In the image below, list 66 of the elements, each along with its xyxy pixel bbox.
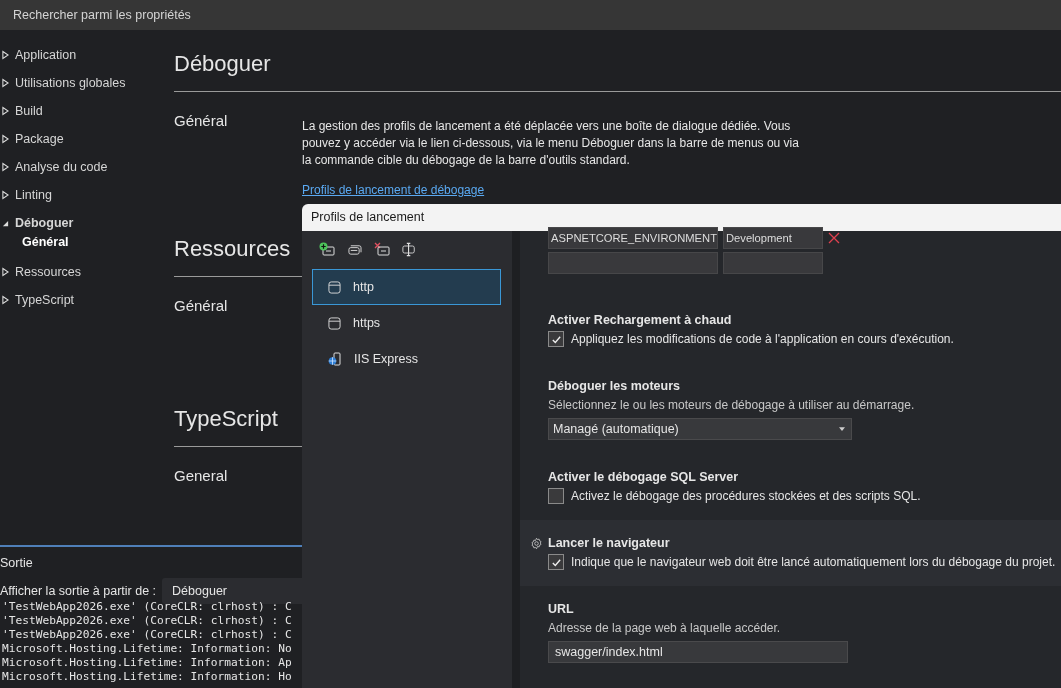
rename-icon[interactable] <box>402 241 416 257</box>
tree-item[interactable]: TypeScript <box>0 286 174 314</box>
section-title: Déboguer <box>174 30 1061 92</box>
delete-icon[interactable] <box>374 242 390 256</box>
tree-item[interactable]: Analyse du code <box>0 153 174 181</box>
globe-server-icon <box>328 352 342 366</box>
setting-title: URL <box>548 601 575 618</box>
panel-title: Sortie <box>0 555 34 572</box>
checkbox-label: Indique que le navigateur web doit être lancé automatiquement lors du débogage du projet. <box>571 555 1056 569</box>
window-icon <box>328 316 341 330</box>
tree-item[interactable]: Package <box>0 125 174 153</box>
search-field[interactable]: Rechercher parmi les propriétés <box>0 8 413 22</box>
checkbox-label: Activez le débogage des procédures stockées et des scripts SQL. <box>571 489 921 503</box>
checkbox[interactable] <box>548 331 564 347</box>
variable-name-field[interactable] <box>548 252 718 274</box>
variable-value-field[interactable] <box>723 252 823 274</box>
output-line: 'TestWebApp2026.exe' (CoreCLR: clrhost) : C <box>2 628 292 642</box>
output-line: Microsoft.Hosting.Lifetime: Information: Ho <box>2 670 292 684</box>
caret-icon <box>839 427 845 431</box>
dialog-title: Profils de lancement <box>302 204 1061 231</box>
caret-right-icon <box>2 106 9 116</box>
setting-description: Sélectionnez le ou les moteurs de débogage à utiliser au démarrage. <box>548 397 916 414</box>
close-icon[interactable] <box>828 232 840 244</box>
tree-item[interactable]: Utilisations globales <box>0 69 174 97</box>
setting-title: Activer le débogage SQL Server <box>548 469 740 486</box>
group-label: Général <box>174 297 229 316</box>
url-field[interactable]: swagger/index.html <box>548 641 848 663</box>
check-icon <box>550 333 562 345</box>
setting-description: Adresse de la page web à laquelle accéder. <box>548 620 782 637</box>
caret-right-icon <box>2 162 9 172</box>
add-icon[interactable] <box>319 242 335 256</box>
variable-name-field[interactable]: ASPNETCORE_ENVIRONMENT <box>548 227 718 249</box>
tree-item[interactable]: Application <box>0 41 174 69</box>
checkbox[interactable] <box>548 554 564 570</box>
profile-item[interactable]: IIS Express <box>312 341 501 377</box>
launch-profiles-link[interactable]: Profils de lancement de débogage <box>302 183 485 197</box>
tree-item[interactable]: Build <box>0 97 174 125</box>
caret-right-icon <box>2 267 9 277</box>
tree-item[interactable]: Linting <box>0 181 174 209</box>
description-text: La gestion des profils de lancement a été déplacée vers une boîte de dialogue dédiée. Vous pouvez y accéder via le lien ci-dessous, via le menu Déboguer dans la barre de menus ou via la commande cible du débogage de la barre d'outils standard. <box>302 118 800 169</box>
profile-item[interactable]: https <box>312 305 501 341</box>
variable-value-field[interactable]: Development <box>723 227 823 249</box>
caret-right-icon <box>2 50 9 60</box>
output-line: Microsoft.Hosting.Lifetime: Information: Ap <box>2 656 292 670</box>
tree-item[interactable]: Ressources <box>0 258 174 286</box>
setting-title: Activer Rechargement à chaud <box>548 312 733 329</box>
group-label: Général <box>174 112 229 131</box>
caret-right-icon <box>2 295 9 305</box>
setting-title: Lancer le navigateur <box>548 535 671 552</box>
caret-down-icon <box>2 219 9 227</box>
caret-right-icon <box>2 78 9 88</box>
copy-icon[interactable] <box>347 242 362 256</box>
engine-dropdown[interactable]: Managé (automatique) <box>548 418 852 440</box>
output-line: Microsoft.Hosting.Lifetime: Information: No <box>2 642 292 656</box>
caret-right-icon <box>2 190 9 200</box>
checkbox-label: Appliquez les modifications de code à l'application en cours d'exécution. <box>571 332 954 346</box>
setting-title: Déboguer les moteurs <box>548 378 681 395</box>
caret-right-icon <box>2 134 9 144</box>
checkbox[interactable] <box>548 488 564 504</box>
window-icon <box>328 280 341 294</box>
output-line: 'TestWebApp2026.exe' (CoreCLR: clrhost) : C <box>2 614 292 628</box>
check-icon <box>550 556 562 568</box>
group-label: General <box>174 467 229 486</box>
profile-item[interactable]: http <box>312 269 501 305</box>
source-label: Afficher la sortie à partir de : <box>0 584 158 598</box>
settings-icon[interactable] <box>530 537 543 550</box>
